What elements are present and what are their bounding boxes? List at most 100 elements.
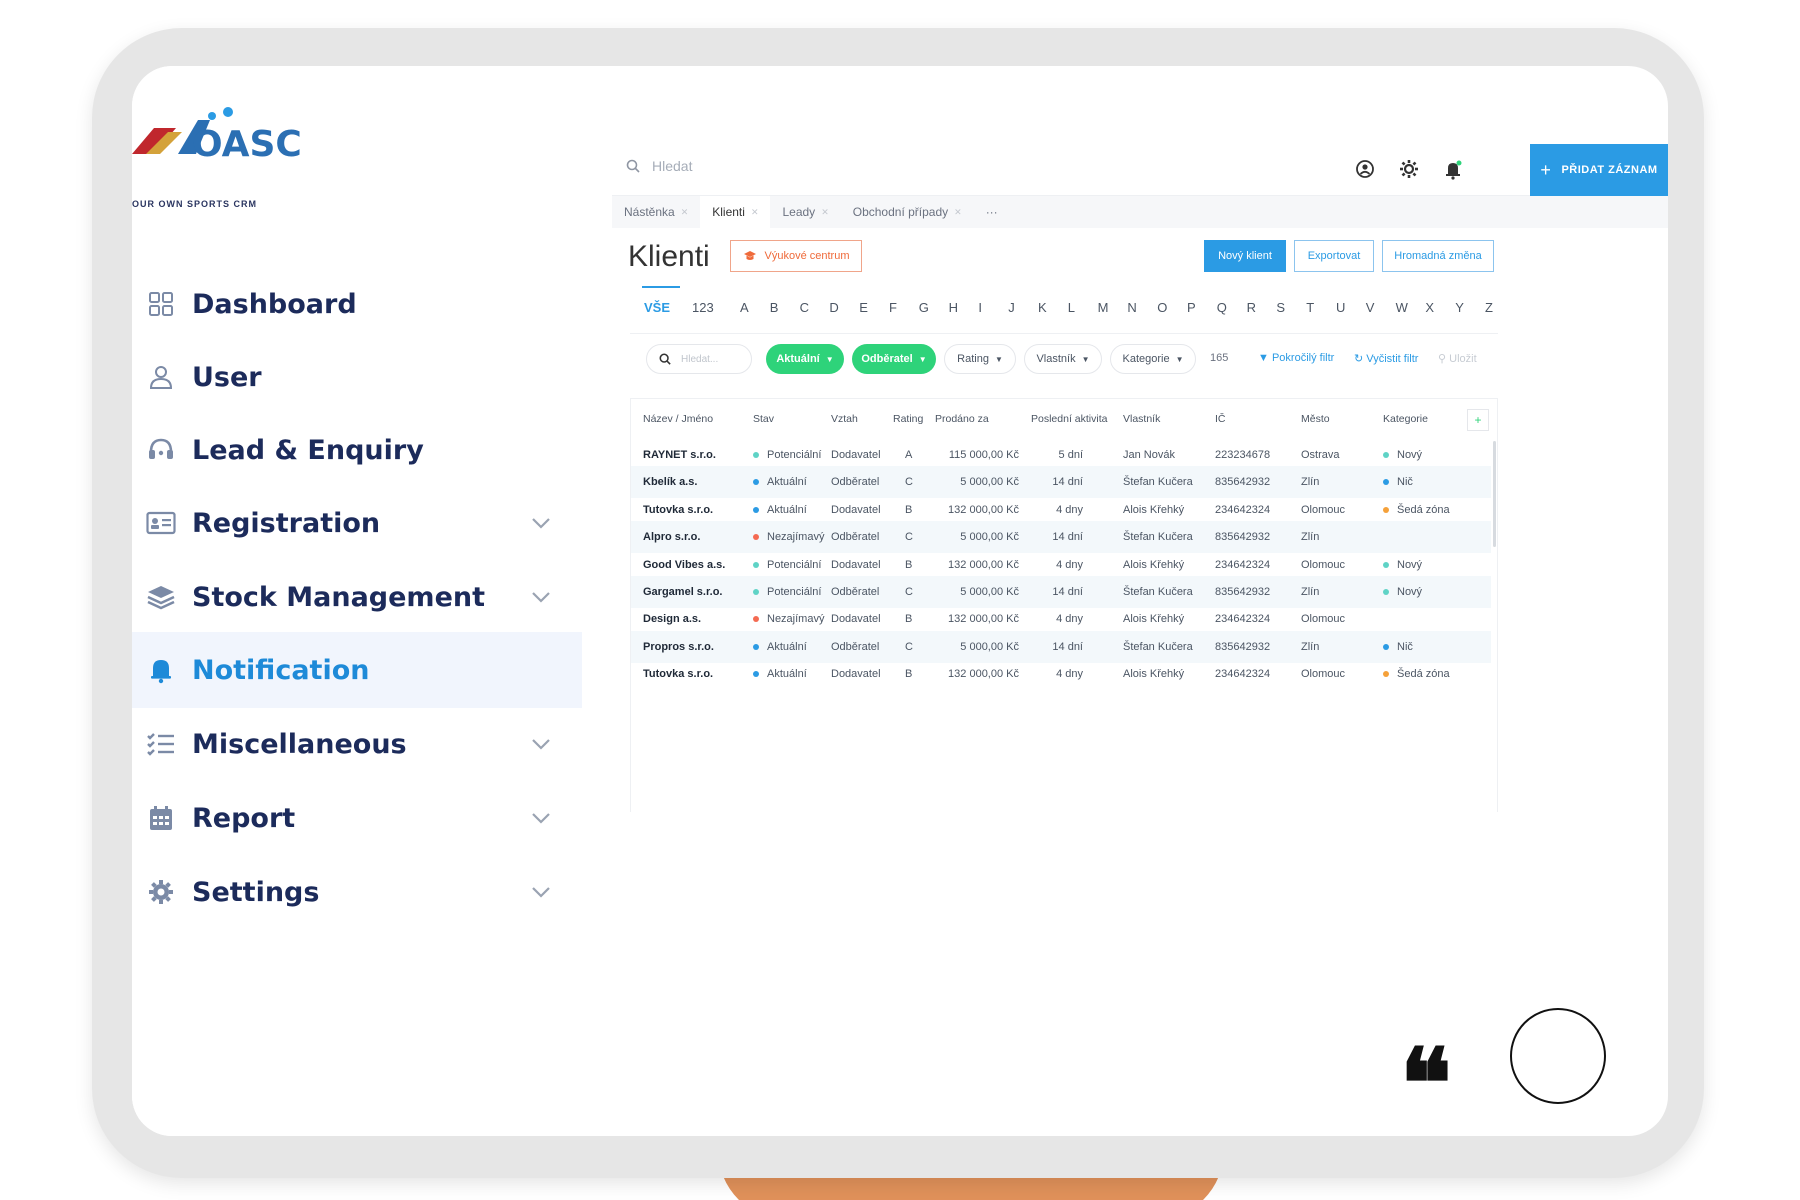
sidebar-item-notification[interactable]: Notification xyxy=(132,632,582,708)
alphabet-letter[interactable]: 123 xyxy=(692,300,714,315)
tab-close-icon[interactable]: ✕ xyxy=(821,207,829,218)
bulk-change-button[interactable]: Hromadná změna xyxy=(1382,240,1494,272)
new-client-button[interactable]: Nový klient xyxy=(1204,240,1286,272)
tabs-more[interactable]: ··· xyxy=(974,196,1010,228)
alphabet-letter[interactable]: O xyxy=(1157,300,1167,315)
layers-icon xyxy=(146,582,176,612)
tab-close-icon[interactable]: ✕ xyxy=(751,207,759,218)
cell-text: Nový xyxy=(1397,449,1423,461)
export-button[interactable]: Exportovat xyxy=(1294,240,1374,272)
chevron-down-icon[interactable] xyxy=(528,731,554,757)
table-row[interactable]: Tutovka s.r.o. Aktuální Dodavatel B 132 000,… xyxy=(631,658,1491,690)
column-header[interactable]: Stav xyxy=(753,413,774,425)
alphabet-letter[interactable]: F xyxy=(889,300,897,315)
sidebar-item-stock-management[interactable]: Stock Management xyxy=(132,559,582,635)
alphabet-letter[interactable]: P xyxy=(1187,300,1196,315)
sidebar-item-registration[interactable]: Registration xyxy=(132,485,582,561)
chevron-down-icon[interactable] xyxy=(528,879,554,905)
advanced-filter-link[interactable]: ▼ Pokročilý filtr xyxy=(1258,352,1334,364)
alphabet-letter[interactable]: Z xyxy=(1485,300,1493,315)
alphabet-letter[interactable]: E xyxy=(859,300,868,315)
sidebar: OASC OUR OWN SPORTS CRM Dashboard User Lea… xyxy=(132,66,582,1136)
relation-filter-pill[interactable]: Odběratel ▼ xyxy=(852,344,936,374)
global-search[interactable]: Hledat xyxy=(626,158,692,174)
alphabet-letter[interactable]: VŠE xyxy=(644,300,670,315)
table-search-input[interactable]: Hledat... xyxy=(646,344,752,374)
cell-text: 115 000,00 Kč xyxy=(948,449,1019,461)
caret-down-icon: ▼ xyxy=(994,354,1003,364)
alphabet-letter[interactable]: C xyxy=(800,300,809,315)
alphabet-letter[interactable]: S xyxy=(1276,300,1285,315)
cell-owner: Alois Křehký xyxy=(1123,613,1184,625)
alphabet-letter[interactable]: D xyxy=(829,300,838,315)
column-header[interactable]: Prodáno za xyxy=(935,413,989,425)
cell-relation: Odběratel xyxy=(831,586,879,598)
quote-mark-icon: ❝ xyxy=(1400,1027,1452,1140)
sidebar-item-report[interactable]: Report xyxy=(132,780,582,856)
save-filter-link[interactable]: ⚲ Uložit xyxy=(1438,352,1477,365)
column-header[interactable]: Město xyxy=(1301,413,1330,425)
caret-down-icon: ▼ xyxy=(918,354,927,364)
brand-logo[interactable]: OASC OUR OWN SPORTS CRM xyxy=(132,106,332,209)
add-column-button[interactable]: + xyxy=(1467,409,1489,431)
notification-bell-icon[interactable] xyxy=(1440,156,1466,182)
clear-filter-link[interactable]: ↻ Vyčistit filtr xyxy=(1354,352,1418,365)
alphabet-letter[interactable]: G xyxy=(919,300,929,315)
account-icon[interactable] xyxy=(1352,156,1378,182)
chevron-down-icon[interactable] xyxy=(528,510,554,536)
column-header[interactable]: Vztah xyxy=(831,413,858,425)
cell-owner: Štefan Kučera xyxy=(1123,476,1193,488)
column-header[interactable]: Poslední aktivita xyxy=(1031,413,1107,425)
alphabet-letter[interactable]: N xyxy=(1127,300,1136,315)
alphabet-letter[interactable]: B xyxy=(770,300,779,315)
tab-close-icon[interactable]: ✕ xyxy=(681,207,689,218)
status-filter-pill[interactable]: Aktuální ▼ xyxy=(766,344,844,374)
sidebar-item-dashboard[interactable]: Dashboard xyxy=(132,266,582,342)
owner-filter[interactable]: Vlastník ▼ xyxy=(1024,344,1102,374)
sidebar-item-label: Settings xyxy=(192,876,320,908)
gear-icon[interactable] xyxy=(1396,156,1422,182)
cell-rating: B xyxy=(905,504,912,516)
column-header[interactable]: Rating xyxy=(893,413,923,425)
column-header[interactable]: Vlastník xyxy=(1123,413,1160,425)
alphabet-letter[interactable]: W xyxy=(1396,300,1408,315)
rating-filter[interactable]: Rating ▼ xyxy=(944,344,1016,374)
chevron-down-icon[interactable] xyxy=(528,805,554,831)
cell-last: 14 dní xyxy=(1052,641,1083,653)
table-scrollbar[interactable] xyxy=(1493,441,1496,547)
add-record-button[interactable]: + PŘIDAT ZÁZNAM xyxy=(1530,144,1668,196)
alphabet-letter[interactable]: K xyxy=(1038,300,1047,315)
cell-text: Dodavatel xyxy=(831,613,881,626)
cell-category: Nový xyxy=(1383,586,1422,598)
alphabet-letter[interactable]: M xyxy=(1098,300,1109,315)
sidebar-item-lead-enquiry[interactable]: Lead & Enquiry xyxy=(132,412,582,488)
alphabet-letter[interactable]: H xyxy=(949,300,958,315)
alphabet-letter[interactable]: A xyxy=(740,300,749,315)
cell-text: A xyxy=(905,449,913,461)
alphabet-letter[interactable]: V xyxy=(1366,300,1375,315)
sidebar-item-user[interactable]: User xyxy=(132,339,582,415)
column-header[interactable]: Název / Jméno xyxy=(643,413,713,425)
tab-1[interactable]: Klienti ✕ xyxy=(700,196,771,228)
alphabet-letter[interactable]: X xyxy=(1425,300,1434,315)
cell-text: Aktuální xyxy=(767,503,807,516)
alphabet-letter[interactable]: T xyxy=(1306,300,1314,315)
chevron-down-icon[interactable] xyxy=(528,584,554,610)
alphabet-letter[interactable]: I xyxy=(978,300,982,315)
column-header[interactable]: IČ xyxy=(1215,413,1226,425)
tab-3[interactable]: Obchodní případy ✕ xyxy=(841,196,974,228)
sidebar-item-settings[interactable]: Settings xyxy=(132,854,582,930)
alphabet-letter[interactable]: Y xyxy=(1455,300,1464,315)
alphabet-letter[interactable]: Q xyxy=(1217,300,1227,315)
tab-0[interactable]: Nástěnka ✕ xyxy=(612,196,700,228)
category-filter[interactable]: Kategorie ▼ xyxy=(1110,344,1196,374)
alphabet-letter[interactable]: L xyxy=(1068,300,1075,315)
column-header[interactable]: Kategorie xyxy=(1383,413,1428,425)
training-center-button[interactable]: Výukové centrum xyxy=(730,240,862,272)
tab-2[interactable]: Leady ✕ xyxy=(770,196,840,228)
tab-close-icon[interactable]: ✕ xyxy=(954,207,962,218)
sidebar-item-miscellaneous[interactable]: Miscellaneous xyxy=(132,706,582,782)
alphabet-letter[interactable]: J xyxy=(1008,300,1015,315)
alphabet-letter[interactable]: R xyxy=(1247,300,1256,315)
alphabet-letter[interactable]: U xyxy=(1336,300,1345,315)
